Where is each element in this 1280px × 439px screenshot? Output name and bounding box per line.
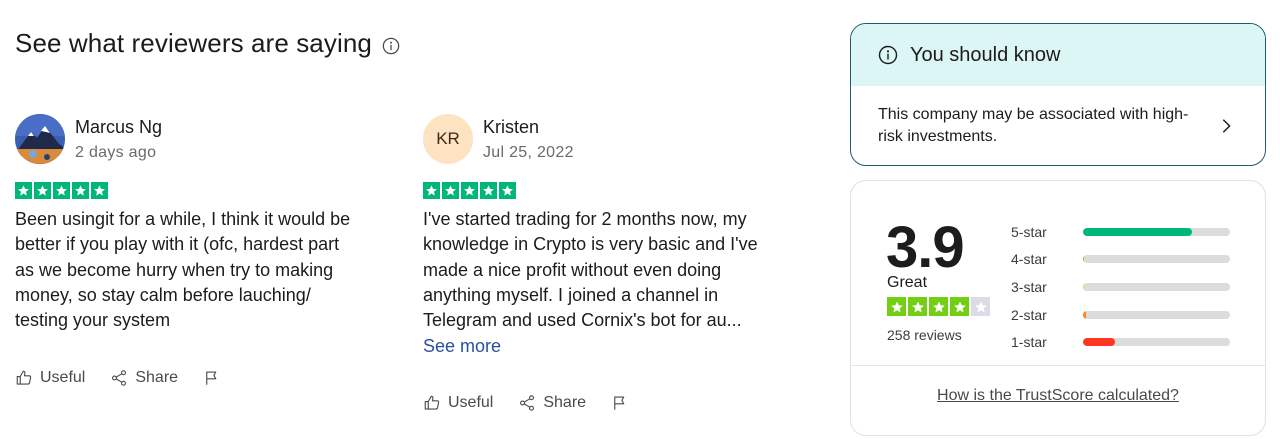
- info-icon[interactable]: [382, 37, 400, 55]
- divider: [851, 365, 1265, 366]
- distribution-label: 2-star: [1011, 306, 1047, 323]
- review-text[interactable]: Been usingit for a while, I think it wou…: [15, 207, 355, 333]
- star-icon: [15, 182, 32, 199]
- star-icon: [91, 182, 108, 199]
- distribution-row[interactable]: 5-star: [1011, 218, 1241, 246]
- star-icon: [929, 297, 948, 316]
- share-label: Share: [135, 369, 179, 386]
- share-icon: [520, 395, 535, 411]
- notice-card: You should know This company may be asso…: [850, 23, 1266, 166]
- distribution-row[interactable]: 2-star: [1011, 301, 1241, 329]
- distribution-bar: [1083, 282, 1230, 291]
- consumer-name: Kristen: [483, 116, 540, 137]
- distribution-fill: [1083, 227, 1192, 236]
- info-icon: [878, 45, 898, 65]
- consumer-info[interactable]: Marcus Ng 2 days ago: [15, 114, 375, 164]
- trustscore-stars: [887, 297, 990, 316]
- review-card: Marcus Ng 2 days ago Been usingit for a …: [15, 114, 375, 333]
- how-calculated-link[interactable]: How is the TrustScore calculated?: [851, 387, 1265, 405]
- share-icon: [112, 370, 127, 386]
- notice-message: This company may be associated with high…: [878, 106, 1189, 145]
- distribution-bar: [1083, 227, 1230, 236]
- distribution-row[interactable]: 4-star: [1011, 246, 1241, 274]
- star-icon: [480, 182, 497, 199]
- useful-label: Useful: [40, 369, 86, 386]
- section-title: See what reviewers are saying: [15, 28, 372, 58]
- star-icon: [442, 182, 459, 199]
- distribution-fill: [1083, 310, 1086, 319]
- distribution-label: 1-star: [1011, 334, 1047, 351]
- notice-link[interactable]: This company may be associated with high…: [851, 86, 1265, 148]
- star-icon: [950, 297, 969, 316]
- flag-icon: [206, 371, 217, 385]
- star-icon: [461, 182, 478, 199]
- star-icon: [72, 182, 89, 199]
- share-button[interactable]: Share: [518, 394, 586, 412]
- see-more-link[interactable]: See more: [423, 336, 501, 357]
- flag-icon: [614, 396, 625, 410]
- thumbs-up-icon: [424, 395, 440, 410]
- trustscore-value: 3.9: [886, 215, 965, 280]
- review-text[interactable]: I've started trading for 2 months now, m…: [423, 207, 783, 333]
- star-icon: [53, 182, 70, 199]
- distribution-row[interactable]: 3-star: [1011, 273, 1241, 301]
- review-rating-stars: [15, 182, 375, 199]
- trustscore-label: Great: [887, 274, 928, 291]
- distribution-bar: [1083, 310, 1230, 319]
- avatar: KR: [423, 114, 473, 164]
- report-button[interactable]: [611, 394, 629, 412]
- avatar: [15, 114, 65, 164]
- star-icon: [971, 297, 990, 316]
- useful-button[interactable]: Useful: [15, 369, 85, 387]
- distribution-fill: [1083, 338, 1116, 347]
- share-label: Share: [543, 394, 587, 411]
- share-button[interactable]: Share: [110, 369, 178, 387]
- distribution-bar: [1083, 338, 1230, 347]
- trustscore-card: 3.9 Great 258 reviews 5-star 4-star 3-st…: [850, 180, 1266, 436]
- distribution-label: 5-star: [1011, 223, 1047, 240]
- review-date: 2 days ago: [75, 143, 157, 161]
- review-date: Jul 25, 2022: [483, 143, 574, 161]
- rating-distribution: 5-star 4-star 3-star 2-star 1-star: [1011, 218, 1241, 356]
- thumbs-up-icon: [16, 370, 32, 385]
- notice-title: You should know: [910, 43, 1061, 66]
- distribution-bar: [1083, 255, 1230, 264]
- review-count: 258 reviews: [887, 327, 962, 343]
- useful-label: Useful: [448, 394, 494, 411]
- useful-button[interactable]: Useful: [423, 394, 493, 412]
- review-card: KR Kristen Jul 25, 2022 I've started tra…: [423, 114, 783, 357]
- notice-header: You should know: [851, 24, 1265, 86]
- star-icon: [499, 182, 516, 199]
- review-actions: Useful Share: [423, 394, 654, 412]
- distribution-label: 4-star: [1011, 251, 1047, 268]
- distribution-label: 3-star: [1011, 278, 1047, 295]
- distribution-row[interactable]: 1-star: [1011, 328, 1241, 356]
- review-actions: Useful Share: [15, 369, 246, 387]
- star-icon: [34, 182, 51, 199]
- review-rating-stars: [423, 182, 783, 199]
- report-button[interactable]: [203, 369, 221, 387]
- consumer-info[interactable]: KR Kristen Jul 25, 2022: [423, 114, 783, 164]
- star-icon: [908, 297, 927, 316]
- star-icon: [887, 297, 906, 316]
- chevron-right-icon: [1222, 119, 1231, 133]
- consumer-name: Marcus Ng: [75, 116, 163, 137]
- section-heading: See what reviewers are saying: [15, 28, 400, 59]
- distribution-fill: [1083, 282, 1085, 291]
- star-icon: [423, 182, 440, 199]
- distribution-fill: [1083, 255, 1085, 264]
